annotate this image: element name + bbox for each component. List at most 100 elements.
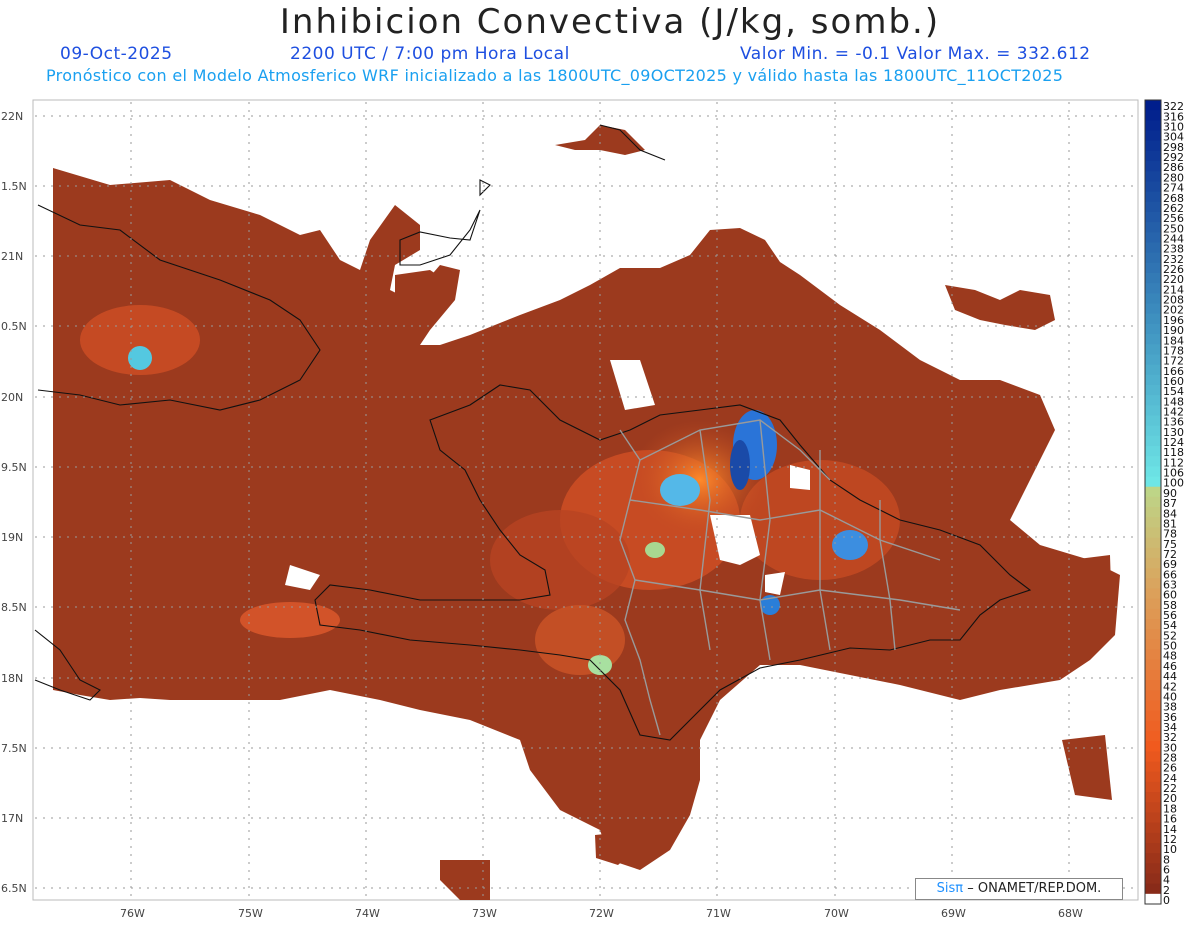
- colorbar-swatch: [1145, 486, 1161, 498]
- colorbar-swatch: [1145, 629, 1161, 640]
- lat-label: 21N: [1, 250, 23, 263]
- colorbar-swatch: [1145, 293, 1161, 305]
- colorbar-swatch: [1145, 150, 1161, 162]
- lat-label: 9.5N: [1, 461, 27, 474]
- colorbar-swatch: [1145, 883, 1161, 895]
- colorbar-swatch: [1145, 649, 1161, 661]
- colorbar-swatch: [1145, 384, 1161, 396]
- colorbar-swatch: [1145, 527, 1161, 539]
- colorbar-swatch: [1145, 568, 1161, 579]
- colorbar-swatch: [1145, 425, 1161, 437]
- colorbar-swatch: [1145, 120, 1161, 132]
- colorbar-swatch: [1145, 730, 1161, 742]
- colorbar-swatch: [1145, 812, 1161, 824]
- colorbar-swatch: [1145, 323, 1161, 335]
- colorbar-swatch: [1145, 161, 1161, 172]
- colorbar-swatch: [1145, 181, 1161, 193]
- colorbar-swatch: [1145, 598, 1161, 610]
- colorbar-swatch: [1145, 466, 1161, 478]
- longitude-labels: 76W 75W 74W 73W 72W 71W 70W 69W 68W: [120, 907, 1083, 920]
- lon-label: 75W: [238, 907, 263, 920]
- colorbar-swatch: [1145, 680, 1161, 691]
- colorbar-swatch: [1145, 283, 1161, 294]
- lat-label: 19N: [1, 531, 23, 544]
- colorbar-swatch: [1145, 456, 1161, 467]
- lon-label: 68W: [1058, 907, 1083, 920]
- lat-label: 18N: [1, 672, 23, 685]
- lon-label: 71W: [706, 907, 731, 920]
- colorbar-swatch: [1145, 140, 1161, 152]
- colorbar-swatch: [1145, 578, 1161, 590]
- credit-box: Sisπ – ONAMET/REP.DOM.: [915, 878, 1123, 900]
- lat-label: 8.5N: [1, 601, 27, 614]
- colorbar-swatch: [1145, 476, 1161, 488]
- colorbar-swatch: [1145, 313, 1161, 325]
- colorbar-swatch: [1145, 619, 1161, 630]
- colorbar-swatch: [1145, 273, 1161, 284]
- colorbar-swatch: [1145, 171, 1161, 182]
- colorbar-swatch: [1145, 191, 1161, 203]
- colorbar-swatch: [1145, 374, 1161, 386]
- colorbar-swatch: [1145, 446, 1161, 457]
- colorbar-swatch: [1145, 222, 1161, 233]
- lat-label: 17N: [1, 812, 23, 825]
- colorbar-swatch: [1145, 873, 1161, 885]
- colorbar-swatch: [1145, 303, 1161, 315]
- colorbar-swatch: [1145, 232, 1161, 243]
- lon-label: 74W: [355, 907, 380, 920]
- colorbar-swatch: [1145, 364, 1161, 376]
- map-plot: 22N 1.5N 21N 0.5N 20N 9.5N 19N 8.5N 18N …: [1, 99, 1184, 920]
- lat-label: 6.5N: [1, 882, 27, 895]
- colorbar-swatch: [1145, 334, 1161, 345]
- lon-label: 73W: [472, 907, 497, 920]
- colorbar-swatch: [1145, 262, 1161, 274]
- colorbar-swatch: [1145, 507, 1161, 518]
- colorbar-swatch: [1145, 252, 1161, 264]
- colorbar-swatch: [1145, 761, 1161, 773]
- colorbar-swatch: [1145, 853, 1161, 864]
- lat-label: 0.5N: [1, 320, 27, 333]
- colorbar-swatch: [1145, 415, 1161, 427]
- colorbar-swatch: [1145, 242, 1161, 254]
- lon-label: 76W: [120, 907, 145, 920]
- lat-label: 1.5N: [1, 180, 27, 193]
- lat-label: 20N: [1, 391, 23, 404]
- colorbar-swatch: [1145, 863, 1161, 874]
- colorbar-swatch: [1145, 405, 1161, 416]
- colorbar-swatch: [1145, 741, 1161, 752]
- colorbar-swatch: [1145, 547, 1161, 559]
- colorbar-swatch: [1145, 792, 1161, 803]
- colorbar-swatch: [1145, 354, 1161, 366]
- colorbar-swatch: [1145, 395, 1161, 406]
- lon-label: 69W: [941, 907, 966, 920]
- colorbar-swatch: [1145, 690, 1161, 701]
- colorbar-swatch: [1145, 842, 1161, 854]
- colorbar-swatch: [1145, 893, 1161, 905]
- colorbar-swatch: [1145, 537, 1161, 549]
- colorbar-swatch: [1145, 700, 1161, 712]
- colorbar-swatch: [1145, 832, 1161, 844]
- colorbar-swatch: [1145, 751, 1161, 763]
- colorbar-swatch: [1145, 588, 1161, 600]
- colorbar-swatch: [1145, 639, 1161, 651]
- colorbar-swatch: [1145, 669, 1161, 681]
- colorbar-swatch: [1145, 822, 1161, 834]
- colorbar-swatch: [1145, 517, 1161, 528]
- colorbar-swatch: [1145, 211, 1161, 223]
- colorbar-swatch: [1145, 771, 1161, 783]
- colorbar-swatch: [1145, 781, 1161, 793]
- credit-text: – ONAMET/REP.DOM.: [967, 881, 1102, 896]
- lon-label: 72W: [589, 907, 614, 920]
- lat-label: 22N: [1, 110, 23, 123]
- colorbar-swatch: [1145, 710, 1161, 722]
- colorbar-swatch: [1145, 496, 1161, 508]
- colorbar-swatch: [1145, 802, 1161, 813]
- colorbar-label: 0: [1163, 894, 1170, 907]
- colorbar: 3223163103042982922862802742682622562502…: [1144, 99, 1184, 907]
- latitude-labels: 22N 1.5N 21N 0.5N 20N 9.5N 19N 8.5N 18N …: [1, 110, 27, 895]
- colorbar-swatch: [1145, 720, 1161, 732]
- colorbar-swatch: [1145, 608, 1161, 620]
- colorbar-swatch: [1145, 557, 1161, 569]
- colorbar-swatch: [1145, 435, 1161, 447]
- colorbar-swatch: [1145, 201, 1161, 213]
